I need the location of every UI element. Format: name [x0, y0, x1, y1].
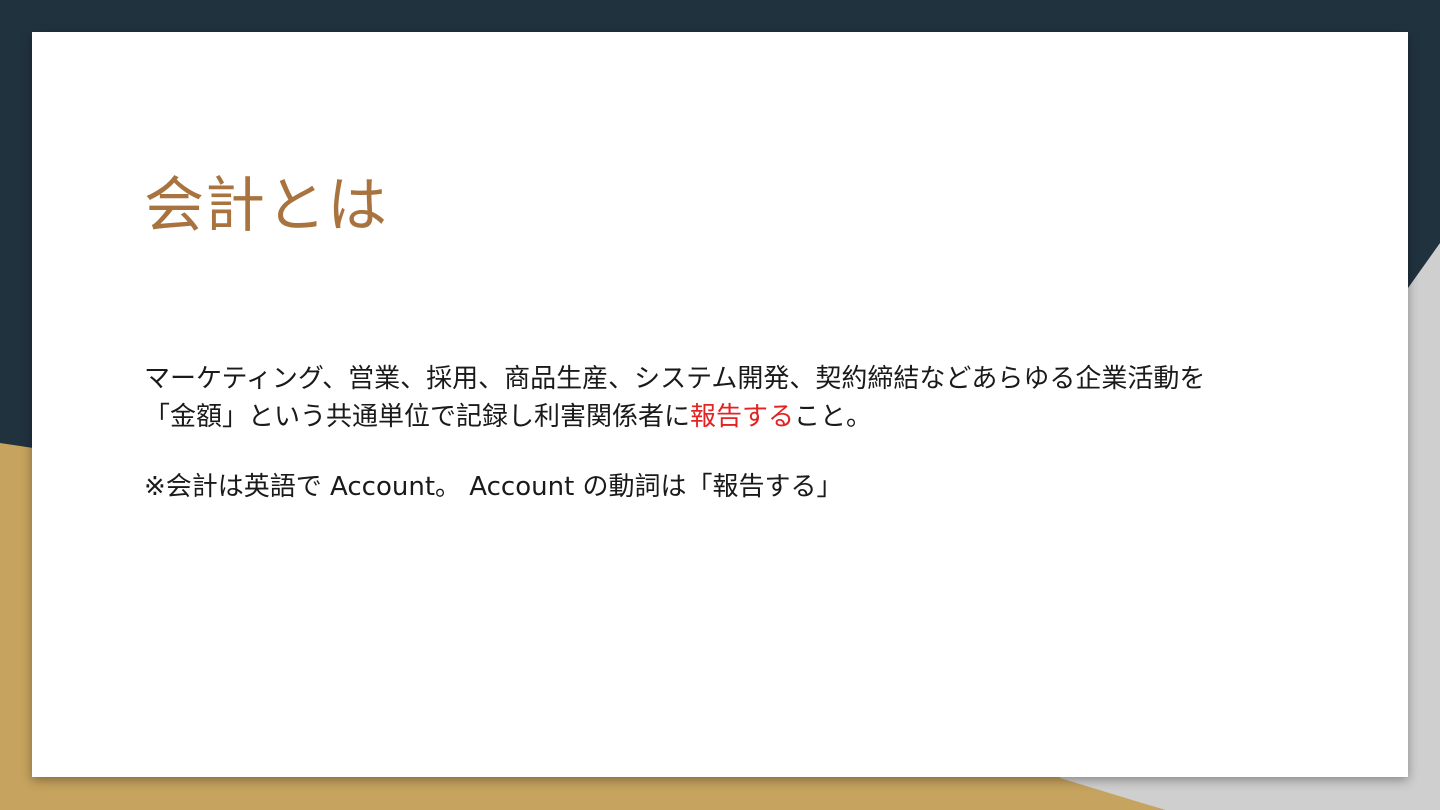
slide-canvas: 会計とは マーケティング、営業、採用、商品生産、システム開発、契約締結などあらゆ… [32, 32, 1408, 777]
body-line-2-start: 「金額」という共通単位で記録し利害関係者に [144, 402, 691, 432]
body-line-1: マーケティング、営業、採用、商品生産、システム開発、契約締結などあらゆる企業活動… [144, 364, 1206, 394]
highlighted-phrase: 報告する [690, 402, 795, 432]
body-line-2-end: こと。 [794, 402, 873, 432]
body-paragraph: マーケティング、営業、採用、商品生産、システム開発、契約締結などあらゆる企業活動… [144, 360, 1304, 436]
slide-title: 会計とは [144, 171, 388, 241]
note-paragraph: ※会計は英語で Account。 Account の動詞は「報告する」 [144, 472, 843, 502]
